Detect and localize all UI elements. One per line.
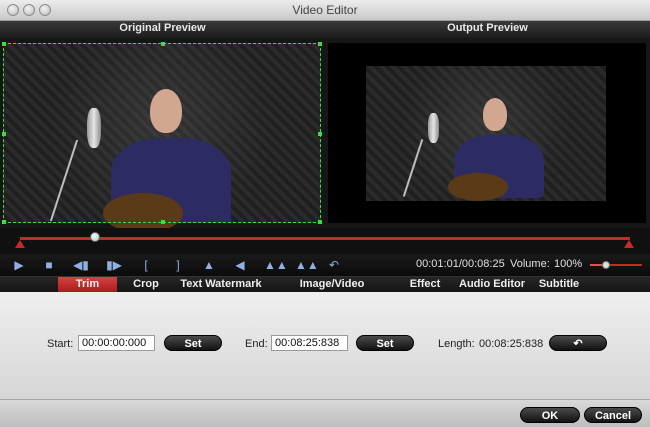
start-time-input[interactable] [78,335,155,351]
set-end-button[interactable]: Set [356,335,414,351]
crop-handle[interactable] [2,42,6,46]
title-bar: Video Editor [0,0,650,21]
crop-handle[interactable] [2,220,6,224]
rotate-left-icon[interactable]: ▲▲ [264,257,288,273]
playhead-handle[interactable] [90,232,101,242]
previous-frame-icon[interactable]: ◀▮ [73,257,89,273]
volume-slider-handle[interactable] [601,261,610,269]
timeline[interactable] [0,228,650,254]
tab-effect[interactable]: Effect [405,277,445,293]
guitar [448,173,508,201]
preview-area [0,38,650,233]
crop-handle[interactable] [2,132,6,136]
flip-horizontal-icon[interactable]: ▲ [201,257,217,273]
stop-icon[interactable]: ■ [41,257,57,273]
volume-slider[interactable] [590,261,642,269]
trim-panel: Start: Set End: Set Length: 00:08:25:838… [0,292,650,399]
trim-end-marker[interactable] [624,240,634,248]
window-title: Video Editor [292,3,358,17]
output-preview [328,43,646,223]
volume-label: Volume: [510,258,550,270]
person-head [483,98,507,131]
length-value: 00:08:25:838 [479,338,544,350]
next-frame-icon[interactable]: ▮▶ [106,257,122,273]
playback-time: 00:01:01/00:08:25 [416,258,505,270]
video-editor-window: Video Editor Original Preview Output Pre… [0,0,650,427]
playback-controls: ▶ ■ ◀▮ ▮▶ [ ] ▲ ◀ ▲▲ ▲▲ ↶ 00:01:01/00:08… [0,254,650,276]
ok-button[interactable]: OK [520,407,580,423]
tab-audio-editor[interactable]: Audio Editor [459,277,525,293]
reset-trim-button[interactable]: ↶ [549,335,607,351]
mark-out-icon[interactable]: ] [170,257,186,273]
original-preview-label: Original Preview [119,22,206,34]
crop-handle[interactable] [318,132,322,136]
volume-value: 100% [554,258,583,270]
start-label: Start: [47,338,74,350]
crop-handle[interactable] [161,42,165,46]
play-icon[interactable]: ▶ [11,257,27,273]
crop-handle[interactable] [318,42,322,46]
mark-in-icon[interactable]: [ [138,257,154,273]
crop-handle[interactable] [161,220,165,224]
preview-header: Original Preview Output Preview [0,21,650,38]
tab-image-video-watermark[interactable]: Image/Video Watermark [271,277,393,305]
tab-subtitle[interactable]: Subtitle [536,277,582,293]
end-time-input[interactable] [271,335,348,351]
length-label: Length: [438,338,475,350]
undo-icon[interactable]: ↶ [326,257,342,273]
end-label: End: [245,338,268,350]
rotate-right-icon[interactable]: ▲▲ [295,257,319,273]
original-preview[interactable] [2,42,322,233]
crop-handle[interactable] [318,220,322,224]
microphone [428,113,439,143]
timeline-track[interactable] [20,237,630,240]
output-preview-label: Output Preview [447,22,528,34]
flip-vertical-icon[interactable]: ◀ [232,257,248,273]
crop-frame[interactable] [2,42,322,224]
trim-start-marker[interactable] [15,240,25,248]
cancel-button[interactable]: Cancel [584,407,642,423]
undo-icon: ↶ [573,338,583,350]
tab-trim[interactable]: Trim [58,277,117,293]
editor-tabs: Trim Crop Text Watermark Image/Video Wat… [0,276,650,305]
tab-crop[interactable]: Crop [126,277,166,293]
tab-text-watermark[interactable]: Text Watermark [178,277,264,293]
dialog-footer: OK Cancel [0,399,650,427]
set-start-button[interactable]: Set [164,335,222,351]
